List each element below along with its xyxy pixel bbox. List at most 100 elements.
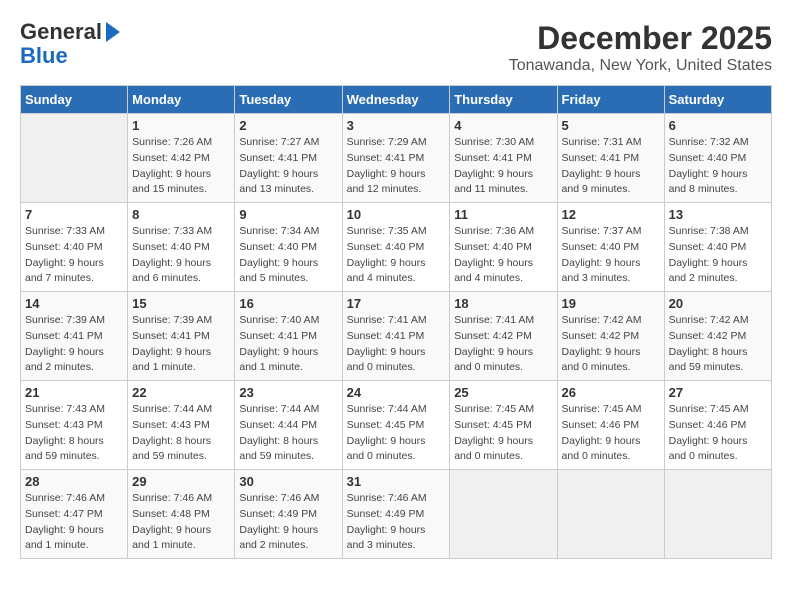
day-detail: Sunrise: 7:44 AM Sunset: 4:43 PM Dayligh… [132, 402, 230, 465]
calendar-cell: 3 Sunrise: 7:29 AM Sunset: 4:41 PM Dayli… [342, 114, 450, 203]
calendar-cell: 30 Sunrise: 7:46 AM Sunset: 4:49 PM Dayl… [235, 470, 342, 559]
calendar-cell: 24 Sunrise: 7:44 AM Sunset: 4:45 PM Dayl… [342, 381, 450, 470]
day-number: 23 [239, 385, 337, 400]
day-detail: Sunrise: 7:46 AM Sunset: 4:49 PM Dayligh… [239, 491, 337, 554]
day-number: 2 [239, 118, 337, 133]
day-number: 26 [562, 385, 660, 400]
day-detail: Sunrise: 7:35 AM Sunset: 4:40 PM Dayligh… [347, 224, 446, 287]
calendar-cell: 22 Sunrise: 7:44 AM Sunset: 4:43 PM Dayl… [128, 381, 235, 470]
calendar-cell: 19 Sunrise: 7:42 AM Sunset: 4:42 PM Dayl… [557, 292, 664, 381]
day-number: 4 [454, 118, 552, 133]
day-number: 14 [25, 296, 123, 311]
day-header-monday: Monday [128, 86, 235, 114]
day-detail: Sunrise: 7:42 AM Sunset: 4:42 PM Dayligh… [562, 313, 660, 376]
calendar-cell: 26 Sunrise: 7:45 AM Sunset: 4:46 PM Dayl… [557, 381, 664, 470]
calendar-cell [557, 470, 664, 559]
calendar-header-row: SundayMondayTuesdayWednesdayThursdayFrid… [21, 86, 772, 114]
day-number: 18 [454, 296, 552, 311]
logo-arrow-icon [106, 22, 120, 42]
calendar-cell: 21 Sunrise: 7:43 AM Sunset: 4:43 PM Dayl… [21, 381, 128, 470]
day-detail: Sunrise: 7:39 AM Sunset: 4:41 PM Dayligh… [25, 313, 123, 376]
calendar-cell: 7 Sunrise: 7:33 AM Sunset: 4:40 PM Dayli… [21, 203, 128, 292]
logo-text-blue: Blue [20, 44, 68, 68]
day-detail: Sunrise: 7:43 AM Sunset: 4:43 PM Dayligh… [25, 402, 123, 465]
day-number: 1 [132, 118, 230, 133]
day-detail: Sunrise: 7:45 AM Sunset: 4:46 PM Dayligh… [669, 402, 767, 465]
day-detail: Sunrise: 7:39 AM Sunset: 4:41 PM Dayligh… [132, 313, 230, 376]
day-detail: Sunrise: 7:31 AM Sunset: 4:41 PM Dayligh… [562, 135, 660, 198]
calendar-table: SundayMondayTuesdayWednesdayThursdayFrid… [20, 85, 772, 559]
day-number: 16 [239, 296, 337, 311]
day-number: 12 [562, 207, 660, 222]
day-number: 11 [454, 207, 552, 222]
day-detail: Sunrise: 7:46 AM Sunset: 4:48 PM Dayligh… [132, 491, 230, 554]
logo: General Blue [20, 20, 120, 68]
day-number: 31 [347, 474, 446, 489]
calendar-cell [664, 470, 771, 559]
day-detail: Sunrise: 7:33 AM Sunset: 4:40 PM Dayligh… [25, 224, 123, 287]
day-detail: Sunrise: 7:46 AM Sunset: 4:47 PM Dayligh… [25, 491, 123, 554]
calendar-cell [21, 114, 128, 203]
calendar-cell: 9 Sunrise: 7:34 AM Sunset: 4:40 PM Dayli… [235, 203, 342, 292]
day-number: 19 [562, 296, 660, 311]
day-number: 22 [132, 385, 230, 400]
day-number: 10 [347, 207, 446, 222]
day-number: 8 [132, 207, 230, 222]
day-header-friday: Friday [557, 86, 664, 114]
header: General Blue December 2025 Tonawanda, Ne… [20, 20, 772, 75]
calendar-week-row: 1 Sunrise: 7:26 AM Sunset: 4:42 PM Dayli… [21, 114, 772, 203]
day-detail: Sunrise: 7:45 AM Sunset: 4:46 PM Dayligh… [562, 402, 660, 465]
day-detail: Sunrise: 7:30 AM Sunset: 4:41 PM Dayligh… [454, 135, 552, 198]
day-detail: Sunrise: 7:36 AM Sunset: 4:40 PM Dayligh… [454, 224, 552, 287]
day-detail: Sunrise: 7:42 AM Sunset: 4:42 PM Dayligh… [669, 313, 767, 376]
day-header-saturday: Saturday [664, 86, 771, 114]
day-detail: Sunrise: 7:34 AM Sunset: 4:40 PM Dayligh… [239, 224, 337, 287]
calendar-cell: 5 Sunrise: 7:31 AM Sunset: 4:41 PM Dayli… [557, 114, 664, 203]
calendar-cell: 8 Sunrise: 7:33 AM Sunset: 4:40 PM Dayli… [128, 203, 235, 292]
calendar-cell: 14 Sunrise: 7:39 AM Sunset: 4:41 PM Dayl… [21, 292, 128, 381]
day-detail: Sunrise: 7:46 AM Sunset: 4:49 PM Dayligh… [347, 491, 446, 554]
day-detail: Sunrise: 7:38 AM Sunset: 4:40 PM Dayligh… [669, 224, 767, 287]
calendar-week-row: 28 Sunrise: 7:46 AM Sunset: 4:47 PM Dayl… [21, 470, 772, 559]
day-number: 15 [132, 296, 230, 311]
title-area: December 2025 Tonawanda, New York, Unite… [509, 20, 772, 75]
day-detail: Sunrise: 7:41 AM Sunset: 4:42 PM Dayligh… [454, 313, 552, 376]
day-number: 30 [239, 474, 337, 489]
page-subtitle: Tonawanda, New York, United States [509, 57, 772, 75]
day-number: 7 [25, 207, 123, 222]
day-number: 6 [669, 118, 767, 133]
page-title: December 2025 [509, 20, 772, 57]
calendar-week-row: 21 Sunrise: 7:43 AM Sunset: 4:43 PM Dayl… [21, 381, 772, 470]
day-number: 27 [669, 385, 767, 400]
calendar-cell: 2 Sunrise: 7:27 AM Sunset: 4:41 PM Dayli… [235, 114, 342, 203]
day-detail: Sunrise: 7:32 AM Sunset: 4:40 PM Dayligh… [669, 135, 767, 198]
day-header-sunday: Sunday [21, 86, 128, 114]
day-detail: Sunrise: 7:41 AM Sunset: 4:41 PM Dayligh… [347, 313, 446, 376]
day-header-tuesday: Tuesday [235, 86, 342, 114]
calendar-cell: 16 Sunrise: 7:40 AM Sunset: 4:41 PM Dayl… [235, 292, 342, 381]
calendar-cell: 29 Sunrise: 7:46 AM Sunset: 4:48 PM Dayl… [128, 470, 235, 559]
calendar-cell: 1 Sunrise: 7:26 AM Sunset: 4:42 PM Dayli… [128, 114, 235, 203]
day-number: 21 [25, 385, 123, 400]
day-number: 29 [132, 474, 230, 489]
calendar-cell: 11 Sunrise: 7:36 AM Sunset: 4:40 PM Dayl… [450, 203, 557, 292]
day-number: 17 [347, 296, 446, 311]
day-detail: Sunrise: 7:40 AM Sunset: 4:41 PM Dayligh… [239, 313, 337, 376]
calendar-cell: 18 Sunrise: 7:41 AM Sunset: 4:42 PM Dayl… [450, 292, 557, 381]
calendar-cell: 25 Sunrise: 7:45 AM Sunset: 4:45 PM Dayl… [450, 381, 557, 470]
day-header-thursday: Thursday [450, 86, 557, 114]
day-number: 9 [239, 207, 337, 222]
calendar-cell: 27 Sunrise: 7:45 AM Sunset: 4:46 PM Dayl… [664, 381, 771, 470]
calendar-cell [450, 470, 557, 559]
calendar-cell: 31 Sunrise: 7:46 AM Sunset: 4:49 PM Dayl… [342, 470, 450, 559]
day-number: 24 [347, 385, 446, 400]
day-detail: Sunrise: 7:44 AM Sunset: 4:44 PM Dayligh… [239, 402, 337, 465]
day-detail: Sunrise: 7:26 AM Sunset: 4:42 PM Dayligh… [132, 135, 230, 198]
day-detail: Sunrise: 7:37 AM Sunset: 4:40 PM Dayligh… [562, 224, 660, 287]
day-header-wednesday: Wednesday [342, 86, 450, 114]
calendar-cell: 4 Sunrise: 7:30 AM Sunset: 4:41 PM Dayli… [450, 114, 557, 203]
day-number: 20 [669, 296, 767, 311]
calendar-cell: 20 Sunrise: 7:42 AM Sunset: 4:42 PM Dayl… [664, 292, 771, 381]
calendar-week-row: 14 Sunrise: 7:39 AM Sunset: 4:41 PM Dayl… [21, 292, 772, 381]
calendar-week-row: 7 Sunrise: 7:33 AM Sunset: 4:40 PM Dayli… [21, 203, 772, 292]
